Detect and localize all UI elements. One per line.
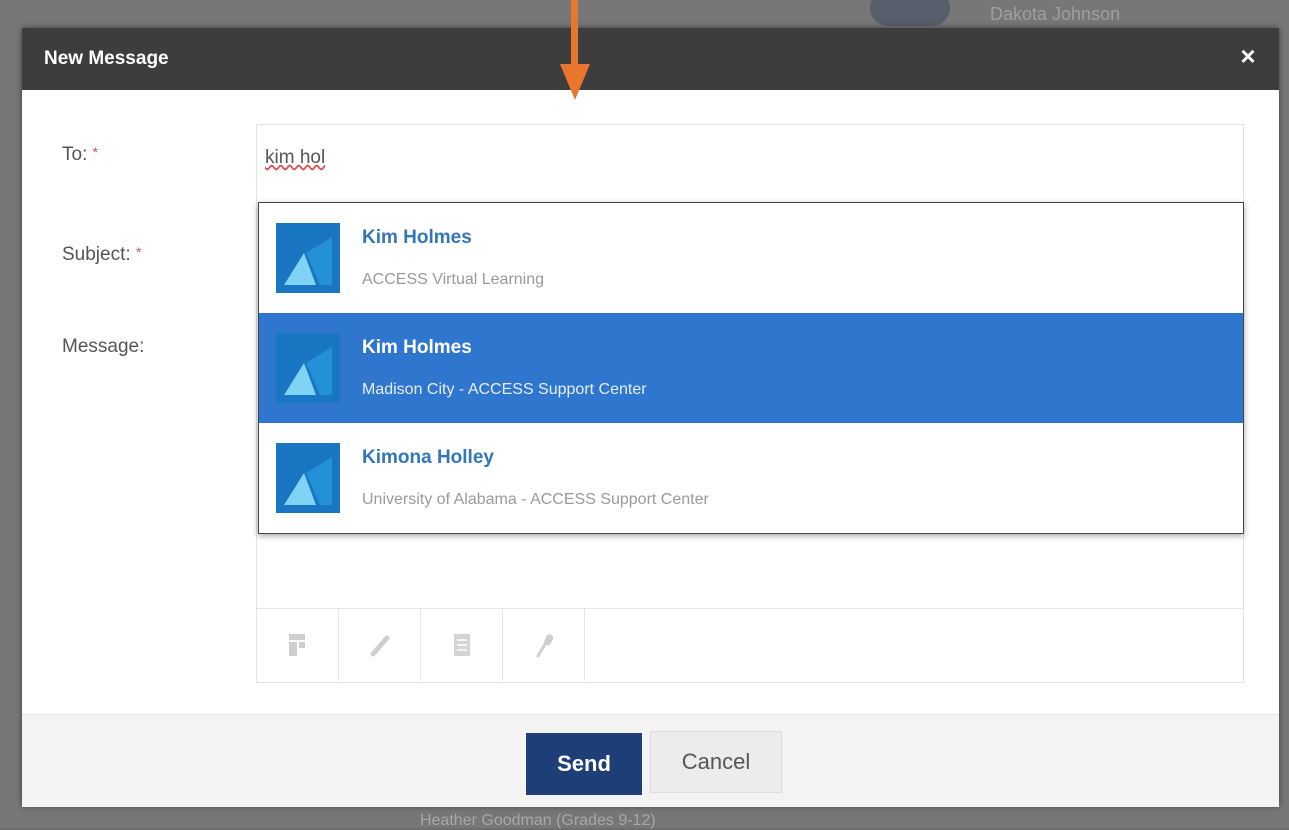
insert-icon xyxy=(288,634,305,656)
dialog-footer: Send Cancel xyxy=(22,714,1279,807)
toolbar-filler xyxy=(585,608,1243,681)
access-logo-icon xyxy=(276,443,340,513)
microphone-button[interactable] xyxy=(503,609,585,681)
annotation-arrow-head xyxy=(560,64,590,100)
background-footer-text: Heather Goodman (Grades 9-12) xyxy=(420,812,656,829)
access-logo-icon xyxy=(276,223,340,293)
option-name: Kim Holmes xyxy=(362,337,472,358)
send-button[interactable]: Send xyxy=(526,733,642,795)
message-label: Message: xyxy=(62,336,144,358)
message-label-text: Message: xyxy=(62,336,145,357)
link-button[interactable] xyxy=(339,609,421,681)
to-input[interactable]: kim hol xyxy=(256,124,1244,200)
editor-toolbar xyxy=(257,608,585,681)
autocomplete-option[interactable]: Kim Holmes ACCESS Virtual Learning xyxy=(259,203,1243,313)
annotation-arrow xyxy=(571,0,578,66)
background-avatar xyxy=(870,0,950,26)
required-marker: * xyxy=(135,244,142,260)
subject-label-text: Subject: xyxy=(62,244,131,265)
link-icon xyxy=(370,635,389,657)
document-icon xyxy=(453,634,470,656)
option-name: Kim Holmes xyxy=(362,227,472,248)
access-logo-icon xyxy=(276,333,340,403)
dialog-titlebar: New Message × xyxy=(22,28,1279,90)
option-organization: ACCESS Virtual Learning xyxy=(362,271,545,288)
cancel-button[interactable]: Cancel xyxy=(650,731,782,793)
document-button[interactable] xyxy=(421,609,503,681)
to-label: To: * xyxy=(62,144,98,166)
close-icon[interactable]: × xyxy=(1233,41,1263,71)
recipient-autocomplete: Kim Holmes ACCESS Virtual Learning Kim H… xyxy=(258,202,1244,534)
to-input-value[interactable]: kim hol xyxy=(265,147,325,169)
autocomplete-option-selected[interactable]: Kim Holmes Madison City - ACCESS Support… xyxy=(259,313,1243,423)
background-user-name: Dakota Johnson xyxy=(990,4,1121,24)
option-organization: University of Alabama - ACCESS Support C… xyxy=(362,491,709,508)
dialog-title: New Message xyxy=(44,48,169,69)
microphone-icon xyxy=(536,634,553,658)
option-name: Kimona Holley xyxy=(362,447,494,468)
insert-button[interactable] xyxy=(257,609,339,681)
option-organization: Madison City - ACCESS Support Center xyxy=(362,381,647,398)
autocomplete-option[interactable]: Kimona Holley University of Alabama - AC… xyxy=(259,423,1243,533)
required-marker: * xyxy=(92,144,99,160)
new-message-dialog: New Message × To: * Subject: * Message: … xyxy=(22,28,1279,807)
subject-label: Subject: * xyxy=(62,244,141,266)
to-label-text: To: xyxy=(62,144,88,165)
